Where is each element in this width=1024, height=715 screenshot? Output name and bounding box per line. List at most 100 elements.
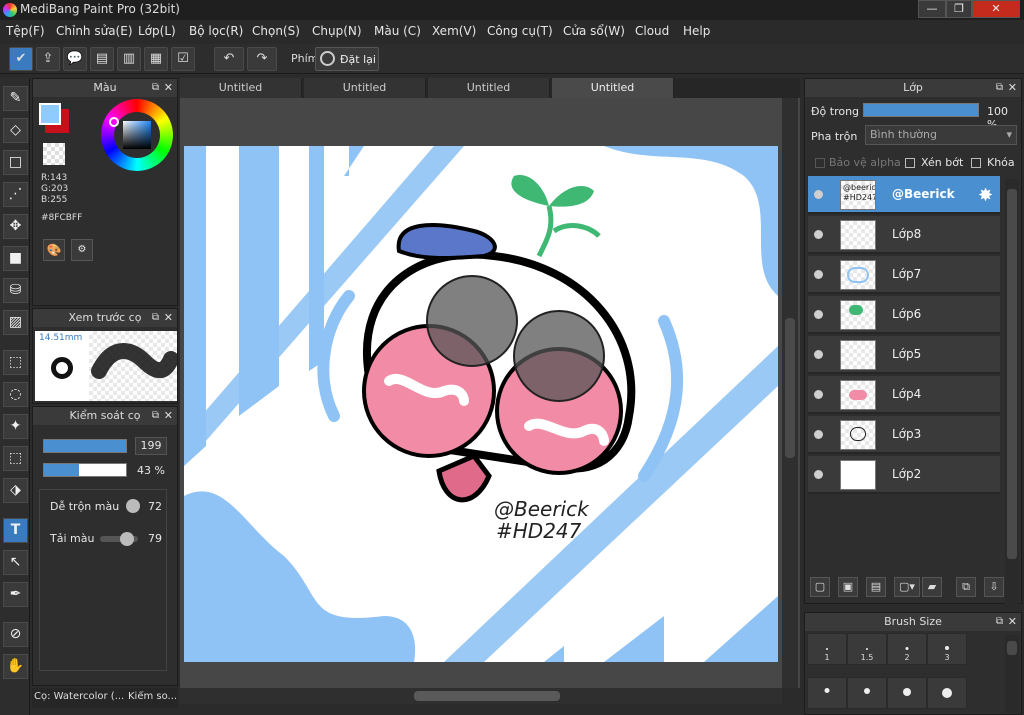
eyedropper-tool-icon[interactable]: ⊘ bbox=[3, 622, 28, 647]
brush-size-preset[interactable]: 1.5 bbox=[847, 633, 887, 665]
text-tool-icon[interactable]: T bbox=[3, 518, 28, 543]
layer-row[interactable]: Lớp6 bbox=[808, 296, 1000, 334]
foreground-color-swatch[interactable] bbox=[39, 103, 61, 125]
artwork-canvas[interactable]: @Beerick #HD247 bbox=[184, 146, 778, 662]
menu-tools[interactable]: Công cụ(T) bbox=[487, 24, 553, 38]
color-history-icon[interactable]: ⚙ bbox=[71, 239, 93, 261]
blend-knob[interactable] bbox=[126, 499, 140, 513]
horizontal-scroll-thumb[interactable] bbox=[414, 691, 560, 701]
document-icon[interactable]: ▥ bbox=[117, 47, 141, 71]
new-halftone-layer-icon[interactable]: ▣ bbox=[838, 577, 858, 597]
blend-mode-select[interactable]: Bình thường ▾ bbox=[865, 125, 1017, 145]
layer-row[interactable]: Lớp2 bbox=[808, 456, 1000, 494]
close-icon[interactable]: ✕ bbox=[164, 407, 173, 425]
saturation-square[interactable] bbox=[123, 121, 151, 149]
transparent-swatch[interactable] bbox=[43, 143, 65, 165]
close-icon[interactable]: ✕ bbox=[1008, 613, 1017, 631]
eye-icon[interactable] bbox=[814, 270, 823, 279]
redo-button[interactable]: ↷ bbox=[247, 47, 277, 71]
speech-icon[interactable]: ▤ bbox=[90, 47, 114, 71]
menu-filter[interactable]: Bộ lọc(R) bbox=[189, 24, 243, 38]
menu-color[interactable]: Màu (C) bbox=[374, 24, 421, 38]
lasso-tool-icon[interactable]: ◌ bbox=[3, 382, 28, 407]
maximize-button[interactable]: ❐ bbox=[946, 0, 972, 18]
eye-icon[interactable] bbox=[814, 350, 823, 359]
lock-checkbox[interactable] bbox=[971, 158, 981, 168]
menu-window[interactable]: Cửa sổ(W) bbox=[563, 24, 625, 38]
eye-icon[interactable] bbox=[814, 390, 823, 399]
layer-row[interactable]: Lớp4 bbox=[808, 376, 1000, 414]
close-icon[interactable]: ✕ bbox=[164, 309, 173, 327]
document-tab-active[interactable]: Untitled bbox=[552, 78, 674, 98]
brush-size-scroll-thumb[interactable] bbox=[1007, 641, 1017, 655]
load-slider[interactable] bbox=[100, 532, 138, 546]
gear-icon[interactable]: ✸ bbox=[978, 185, 993, 206]
hand-tool-icon[interactable]: ✋ bbox=[3, 654, 28, 679]
menu-cloud[interactable]: Cloud bbox=[635, 24, 669, 38]
popout-icon[interactable]: ⧉ bbox=[152, 79, 159, 97]
new-1bit-layer-icon[interactable]: ▤ bbox=[866, 577, 886, 597]
layer-row[interactable]: Lớp3 bbox=[808, 416, 1000, 454]
popout-icon[interactable]: ⧉ bbox=[152, 309, 159, 327]
document-tab[interactable]: Untitled bbox=[428, 78, 550, 98]
brush-size-scrollbar[interactable] bbox=[1005, 635, 1019, 713]
brush-size-preset[interactable] bbox=[887, 677, 927, 709]
vertical-scrollbar[interactable] bbox=[782, 98, 798, 688]
close-button[interactable]: ✕ bbox=[972, 0, 1020, 18]
folder-icon[interactable]: ▰ bbox=[922, 577, 942, 597]
close-icon[interactable]: ✕ bbox=[164, 79, 173, 97]
layer-opacity-slider[interactable] bbox=[863, 103, 979, 117]
menu-edit[interactable]: Chỉnh sửa(E) bbox=[56, 24, 133, 38]
select-eraser-icon[interactable]: ⬗ bbox=[3, 478, 28, 503]
comment-icon[interactable]: 💬 bbox=[63, 47, 87, 71]
brush-size-preset[interactable] bbox=[927, 677, 967, 709]
gradient-tool-icon[interactable]: ▨ bbox=[3, 310, 28, 335]
magic-wand-icon[interactable]: ✦ bbox=[3, 414, 28, 439]
brush-size-preset[interactable]: 2 bbox=[887, 633, 927, 665]
eye-icon[interactable] bbox=[814, 190, 823, 199]
brush-size-preset[interactable] bbox=[807, 677, 847, 709]
layer-row[interactable]: Lớp8 bbox=[808, 216, 1000, 254]
close-icon[interactable]: ✕ bbox=[1008, 79, 1017, 97]
eye-icon[interactable] bbox=[814, 310, 823, 319]
panel-icon[interactable]: ▦ bbox=[144, 47, 168, 71]
upload-icon[interactable]: ⇪ bbox=[36, 47, 60, 71]
popout-icon[interactable]: ⧉ bbox=[152, 407, 159, 425]
hue-wheel[interactable] bbox=[101, 99, 173, 171]
document-tab[interactable]: Untitled bbox=[304, 78, 426, 98]
dot-tool-icon[interactable]: ⋰ bbox=[3, 182, 28, 207]
control-tab[interactable]: Kiểm so... bbox=[128, 691, 176, 702]
layer-scroll-thumb[interactable] bbox=[1007, 189, 1017, 559]
vertical-scroll-thumb[interactable] bbox=[785, 318, 795, 458]
layer-scrollbar[interactable] bbox=[1005, 179, 1019, 649]
layer-row-active[interactable]: @beerick #HD247 @Beerick ✸ bbox=[808, 176, 1000, 214]
bucket-tool-icon[interactable]: ⛁ bbox=[3, 278, 28, 303]
eye-icon[interactable] bbox=[814, 230, 823, 239]
reset-button[interactable]: Đặt lại bbox=[315, 47, 379, 71]
duplicate-layer-icon[interactable]: ⧉ bbox=[956, 577, 976, 597]
layer-row[interactable]: Lớp7 bbox=[808, 256, 1000, 294]
brush-size-preset[interactable]: 3 bbox=[927, 633, 967, 665]
menu-select[interactable]: Chọn(S) bbox=[252, 24, 300, 38]
brush-size-value[interactable]: 199 bbox=[135, 437, 167, 455]
brush-tab[interactable]: Cọ: Watercolor (... bbox=[34, 691, 124, 702]
document-tab[interactable]: Untitled bbox=[180, 78, 302, 98]
popout-icon[interactable]: ⧉ bbox=[996, 79, 1003, 97]
cloud-check-icon[interactable]: ✔ bbox=[9, 47, 33, 71]
minimize-button[interactable]: — bbox=[918, 0, 946, 18]
select-pen-icon[interactable]: ⬚ bbox=[3, 446, 28, 471]
menu-file[interactable]: Tệp(F) bbox=[6, 24, 45, 38]
popout-icon[interactable]: ⧉ bbox=[996, 613, 1003, 631]
canvas-area[interactable]: @Beerick #HD247 bbox=[180, 98, 800, 688]
brush-size-slider[interactable] bbox=[43, 439, 127, 453]
eraser-tool-icon[interactable]: ◇ bbox=[3, 118, 28, 143]
brush-size-preset[interactable]: 1 bbox=[807, 633, 847, 665]
add-layer-menu-icon[interactable]: ▢▾ bbox=[894, 577, 920, 597]
protect-alpha-checkbox[interactable] bbox=[815, 158, 825, 168]
hue-picker[interactable] bbox=[109, 117, 119, 127]
menu-capture[interactable]: Chụp(N) bbox=[312, 24, 362, 38]
menu-help[interactable]: Help bbox=[683, 24, 710, 38]
merge-layer-icon[interactable]: ⇩ bbox=[984, 577, 1004, 597]
checklist-icon[interactable]: ☑ bbox=[171, 47, 195, 71]
fill-shape-tool-icon[interactable]: ■ bbox=[3, 246, 28, 271]
